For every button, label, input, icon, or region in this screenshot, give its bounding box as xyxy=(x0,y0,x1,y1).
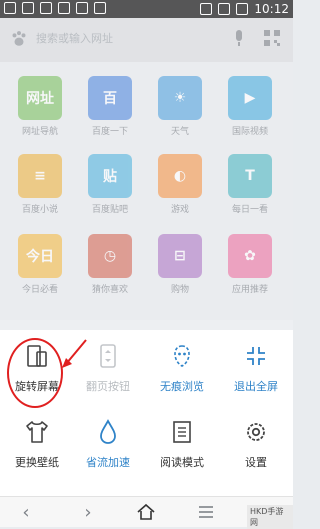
document-icon xyxy=(168,418,196,446)
chevron-left-icon: ‹ xyxy=(22,501,30,523)
chevron-right-icon: › xyxy=(84,501,92,523)
forward-button[interactable]: › xyxy=(76,501,100,523)
settings-button[interactable]: 设置 xyxy=(220,418,292,488)
menu-label: 阅读模式 xyxy=(160,456,204,469)
change-wallpaper-button[interactable]: 更换壁纸 xyxy=(1,418,73,488)
menu-label: 翻页按钮 xyxy=(86,380,130,393)
home-icon xyxy=(137,503,155,520)
page-turn-icon xyxy=(94,342,122,370)
menu-label: 更换壁纸 xyxy=(15,456,59,469)
menu-label: 退出全屏 xyxy=(234,380,278,393)
red-arrow-icon xyxy=(62,339,87,368)
home-button[interactable] xyxy=(134,501,158,523)
menu-label: 无痕浏览 xyxy=(160,380,204,393)
incognito-button[interactable]: 无痕浏览 xyxy=(146,342,218,412)
reading-mode-button[interactable]: 阅读模式 xyxy=(146,418,218,488)
data-saver-button[interactable]: 省流加速 xyxy=(72,418,144,488)
back-button[interactable]: ‹ xyxy=(14,501,38,523)
menu-label: 省流加速 xyxy=(86,456,130,469)
tshirt-icon xyxy=(23,418,51,446)
highlight-oval xyxy=(7,338,63,408)
water-drop-icon xyxy=(94,418,122,446)
exit-fullscreen-button[interactable]: 退出全屏 xyxy=(220,342,292,412)
menu-button[interactable] xyxy=(194,501,218,523)
exit-fullscreen-icon xyxy=(242,342,270,370)
site-watermark: HKD手游网 xyxy=(247,505,293,529)
gear-icon xyxy=(242,418,270,446)
menu-lines-icon xyxy=(199,506,213,518)
dim-overlay[interactable] xyxy=(0,0,293,330)
incognito-icon xyxy=(168,342,196,370)
menu-label: 设置 xyxy=(245,456,267,469)
